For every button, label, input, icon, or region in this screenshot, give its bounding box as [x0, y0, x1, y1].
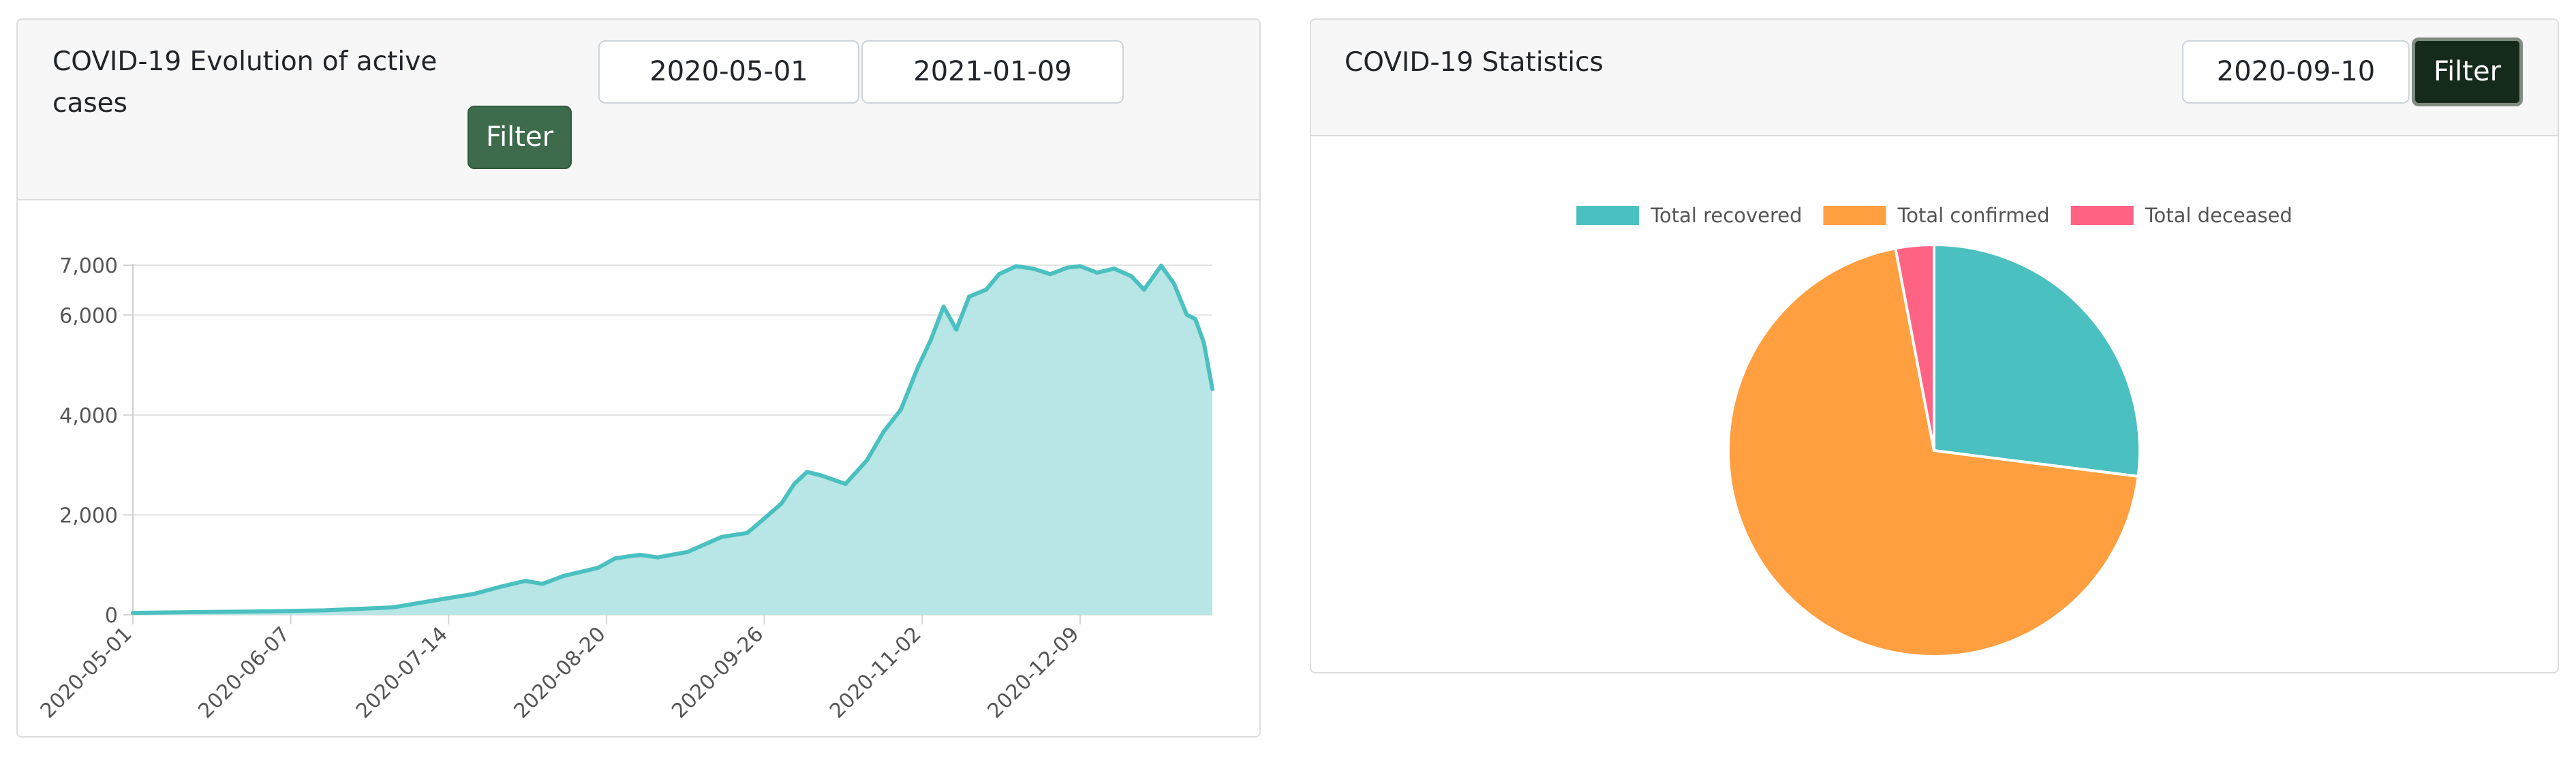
statistics-card-header: COVID-19 Statistics 2020-09-10 Filter: [1311, 20, 2558, 136]
data-point: [997, 272, 1001, 277]
data-point: [881, 429, 886, 434]
data-point: [1129, 274, 1133, 279]
y-axis-tick-labels: 0 2,000 4,000 6,000 7,000: [59, 254, 118, 628]
data-point: [762, 516, 767, 521]
x-tick-label: 2020-12-09: [983, 622, 1084, 723]
data-point: [805, 470, 810, 474]
data-point: [630, 554, 634, 558]
data-point: [190, 610, 195, 614]
data-point: [523, 579, 527, 583]
x-tick-label: 2020-09-26: [667, 622, 768, 723]
y-tick-label: 7,000: [59, 254, 118, 278]
data-point: [1095, 271, 1099, 275]
data-point: [941, 304, 946, 309]
legend-item: Total confirmed: [1823, 204, 2050, 227]
data-point: [1159, 263, 1163, 268]
active-cases-title-line2: cases: [52, 88, 127, 119]
data-point: [818, 472, 822, 477]
y-tick-label: 6,000: [59, 304, 118, 328]
x-tick-label: 2020-06-07: [194, 622, 294, 723]
x-tick-label: 2020-07-14: [352, 622, 453, 723]
data-point: [1201, 340, 1206, 345]
data-point: [864, 458, 869, 463]
x-tick-label: 2020-08-20: [510, 622, 611, 723]
statistics-card: COVID-19 Statistics 2020-09-10 Filter To…: [1310, 18, 2559, 673]
statistics-date-input[interactable]: 2020-09-10: [2182, 40, 2410, 104]
active-cases-card: COVID-19 Evolution of active cases Filte…: [16, 18, 1261, 738]
data-point: [1065, 265, 1070, 270]
x-tick-label: 2020-05-01: [36, 622, 137, 723]
area-fill: [133, 265, 1212, 615]
data-point: [131, 611, 135, 616]
start-date-input[interactable]: 2020-05-01: [598, 40, 859, 104]
pie-slices: [1726, 243, 2141, 658]
x-axis-tick-labels: 2020-05-01 2020-06-07 2020-07-14 2020-08-20…: [36, 622, 1084, 723]
data-point: [1112, 267, 1116, 271]
data-point: [899, 407, 903, 412]
legend-swatch: [1576, 206, 1640, 225]
data-point: [429, 598, 434, 603]
data-point: [792, 482, 797, 486]
pie-slice-total-recovered: [1933, 243, 2141, 479]
legend-swatch: [1823, 206, 1886, 225]
data-point: [596, 566, 600, 571]
data-point: [779, 501, 784, 506]
active-cases-card-header: COVID-19 Evolution of active cases Filte…: [18, 20, 1259, 200]
data-point: [1048, 272, 1053, 277]
data-point: [1014, 264, 1018, 269]
data-point: [497, 585, 502, 589]
end-date-input[interactable]: 2021-01-09: [861, 40, 1124, 104]
active-cases-chart: 0 2,000 4,000 6,000 7,000 2020-05-01 2020-06-…: [36, 254, 1214, 723]
data-point: [843, 482, 848, 486]
legend-label: Total deceased: [2145, 204, 2293, 227]
active-cases-title-line1: COVID-19 Evolution of active: [52, 46, 438, 77]
data-point: [1141, 287, 1146, 292]
statistics-filter-button[interactable]: Filter: [2412, 37, 2523, 106]
data-point: [390, 605, 395, 609]
legend-label: Total recovered: [1650, 204, 1802, 227]
statistics-title: COVID-19 Statistics: [1345, 47, 1604, 78]
data-point: [745, 530, 750, 535]
y-tick-label: 4,000: [59, 404, 118, 428]
data-point: [984, 287, 989, 292]
x-tick-label: 2020-11-02: [825, 622, 926, 723]
data-point: [263, 609, 268, 613]
y-tick-label: 0: [105, 604, 118, 628]
data-point: [954, 327, 959, 332]
data-point: [720, 534, 724, 539]
y-tick-label: 2,000: [59, 504, 118, 528]
legend-item: Total deceased: [2070, 204, 2293, 227]
data-point: [656, 555, 660, 560]
active-cases-series: [131, 263, 1214, 616]
data-point: [928, 337, 933, 342]
data-point: [916, 365, 920, 369]
data-point: [472, 592, 476, 596]
data-point: [1171, 282, 1176, 286]
data-point: [1193, 317, 1197, 322]
statistics-pie-chart: Total recovered Total confirmed Total dece…: [1576, 204, 2293, 658]
data-point: [639, 553, 643, 558]
legend-item: Total recovered: [1576, 204, 1803, 227]
data-point: [1184, 312, 1189, 317]
data-point: [1031, 267, 1035, 271]
data-point: [685, 549, 690, 554]
legend-label: Total confirmed: [1897, 204, 2049, 227]
data-point: [540, 581, 545, 586]
data-point: [562, 573, 566, 578]
data-point: [1210, 386, 1214, 391]
active-cases-filter-button[interactable]: Filter: [467, 106, 572, 169]
active-cases-title: COVID-19 Evolution of active cases: [52, 41, 437, 124]
data-point: [322, 608, 327, 613]
data-point: [613, 556, 617, 561]
data-point: [967, 294, 972, 299]
data-point: [1077, 264, 1082, 269]
legend-swatch: [2070, 206, 2134, 225]
pie-legend: Total recovered Total confirmed Total dece…: [1576, 204, 2293, 227]
